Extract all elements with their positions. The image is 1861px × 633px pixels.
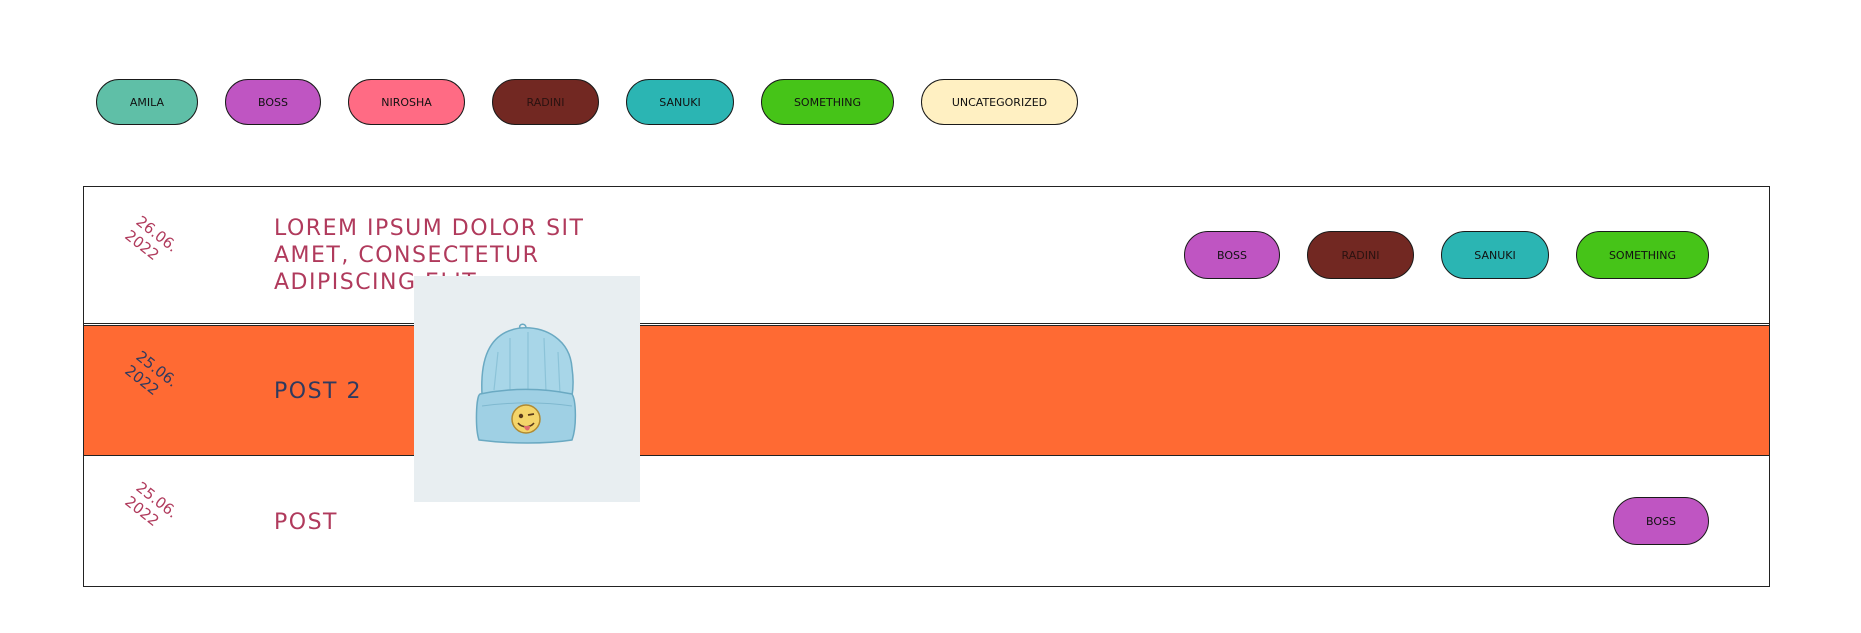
post-date: 26.06. 2022	[121, 212, 182, 265]
filter-label: BOSS	[258, 95, 288, 109]
post-preview-image	[414, 276, 640, 502]
tag-something[interactable]: SOMETHING	[1576, 231, 1709, 279]
post-date: 25.06. 2022	[121, 347, 182, 400]
tag-label: SANUKI	[1474, 248, 1516, 262]
filter-radini[interactable]: RADINI	[492, 79, 599, 125]
post-tags: BOSS RADINI SANUKI SOMETHING	[1184, 231, 1709, 279]
filter-amila[interactable]: AMILA	[96, 79, 198, 125]
tag-boss[interactable]: BOSS	[1613, 497, 1709, 545]
tag-label: SOMETHING	[1608, 248, 1677, 262]
filter-boss[interactable]: BOSS	[225, 79, 321, 125]
category-filter-bar: AMILA BOSS NIROSHA RADINI SANUKI SOMETHI…	[96, 79, 1078, 125]
filter-label: SANUKI	[659, 95, 701, 109]
tag-label: RADINI	[1341, 248, 1380, 262]
tag-sanuki[interactable]: SANUKI	[1441, 231, 1549, 279]
filter-something[interactable]: SOMETHING	[761, 79, 894, 125]
post-list: 26.06. 2022 LOREM IPSUM DOLOR SIT AMET, …	[83, 186, 1770, 587]
filter-label: UNCATEGORIZED	[951, 95, 1048, 109]
tag-label: BOSS	[1217, 248, 1247, 262]
post-title[interactable]: POST 2	[274, 378, 362, 405]
beanie-hat-image	[475, 323, 577, 444]
page: AMILA BOSS NIROSHA RADINI SANUKI SOMETHI…	[0, 0, 1861, 633]
filter-sanuki[interactable]: SANUKI	[626, 79, 734, 125]
post-date: 25.06. 2022	[121, 478, 182, 531]
post-tags: BOSS	[1613, 497, 1709, 545]
filter-label: SOMETHING	[793, 95, 862, 109]
post-title[interactable]: POST	[274, 509, 338, 536]
tag-boss[interactable]: BOSS	[1184, 231, 1280, 279]
post-row[interactable]: 26.06. 2022 LOREM IPSUM DOLOR SIT AMET, …	[84, 187, 1769, 324]
filter-label: AMILA	[129, 95, 165, 109]
filter-uncategorized[interactable]: UNCATEGORIZED	[921, 79, 1078, 125]
filter-label: RADINI	[526, 95, 565, 109]
tag-label: BOSS	[1646, 514, 1676, 528]
post-row[interactable]: 25.06. 2022 POST BOSS	[84, 457, 1769, 586]
filter-label: NIROSHA	[381, 95, 432, 109]
post-row-highlighted[interactable]: 25.06. 2022 POST 2	[84, 325, 1769, 456]
tag-radini[interactable]: RADINI	[1307, 231, 1414, 279]
filter-nirosha[interactable]: NIROSHA	[348, 79, 465, 125]
